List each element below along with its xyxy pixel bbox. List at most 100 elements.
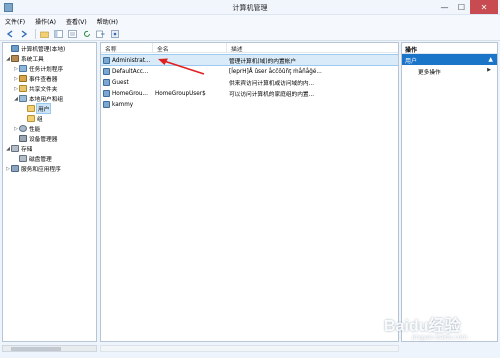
tree-label: 存储 — [21, 147, 33, 153]
user-fullname — [155, 56, 225, 65]
title-bar: 计算机管理 — ☐ ✕ — [0, 0, 500, 15]
users-group-icon — [19, 95, 27, 102]
tree-label: 本地用户和组 — [29, 97, 64, 103]
tree-item-services[interactable]: ▷ 服务和应用程序 — [5, 164, 61, 173]
table-row[interactable]: HomeGrou... HomeGroupUser$ 可以访问计算机的家庭组的内… — [101, 88, 398, 98]
watermark-logo-text: Baidu经验 — [384, 318, 461, 335]
user-fullname: HomeGroupUser$ — [155, 90, 206, 97]
device-manager-icon — [19, 135, 27, 142]
more-actions-label: 更多操作 — [418, 70, 441, 76]
scrollbar-thumb[interactable] — [11, 347, 61, 351]
tree-label: 磁盘管理 — [29, 157, 52, 163]
user-name: HomeGrou... — [112, 90, 148, 97]
menu-view[interactable]: 查看(V) — [66, 17, 87, 26]
column-header-fullname[interactable]: 全名 — [153, 43, 227, 53]
tree-item-local-users[interactable]: ◢ 本地用户和组 — [13, 94, 63, 103]
column-header-name[interactable]: 名称 — [101, 43, 153, 53]
table-row[interactable]: Guest 供来宾访问计算机或访问域的内... — [101, 77, 398, 87]
user-icon — [103, 79, 110, 86]
window-title: 计算机管理 — [232, 4, 268, 12]
window-controls: — ☐ ✕ — [436, 0, 498, 14]
users-list: 名称 全名 描述 Administrat... 管理计算机(域)的内置帐户 De… — [100, 42, 399, 342]
user-description: 供来宾访问计算机或访问域的内... — [229, 81, 315, 87]
actions-section-label: 用户 — [405, 58, 418, 65]
menu-action[interactable]: 操作(A) — [35, 17, 56, 26]
user-fullname — [155, 67, 225, 76]
more-actions-item[interactable]: 更多操作 ▶ — [402, 65, 497, 76]
tree-item-system-tools[interactable]: ◢ 系统工具 — [5, 54, 44, 63]
user-icon — [103, 57, 110, 64]
tree-item-disk-management[interactable]: 磁盘管理 — [19, 154, 52, 163]
user-name: DefaultAcc... — [112, 68, 149, 75]
table-row[interactable]: kammy — [101, 99, 398, 109]
submenu-arrow-icon: ▶ — [487, 67, 491, 73]
services-icon — [11, 165, 19, 172]
toolbar-separator — [35, 28, 36, 39]
folder-up-icon[interactable] — [39, 28, 50, 39]
menu-bar: 文件(F) 操作(A) 查看(V) 帮助(H) — [0, 15, 500, 27]
toolbox-icon — [11, 55, 19, 62]
table-row[interactable]: DefaultAcc... [ĺeprH]Å ûser åcĉôûñţ ṁåñå… — [101, 66, 398, 76]
tree-item-groups[interactable]: 组 — [27, 114, 43, 123]
tree-label: 计算机管理(本地) — [21, 47, 66, 53]
computer-management-icon — [11, 45, 19, 52]
forward-icon[interactable] — [18, 28, 29, 39]
folder-icon — [27, 105, 35, 112]
user-icon — [103, 101, 110, 108]
tree-item-event-viewer[interactable]: ▷ 事件查看器 — [13, 74, 57, 83]
tree-item-root[interactable]: 计算机管理(本地) — [5, 44, 65, 53]
tree-label: 任务计划程序 — [29, 67, 64, 73]
user-fullname — [155, 78, 225, 87]
properties-icon[interactable] — [67, 28, 78, 39]
tree-label: 用户 — [35, 103, 52, 114]
menu-help[interactable]: 帮助(H) — [97, 17, 118, 26]
refresh-icon[interactable] — [81, 28, 92, 39]
tree-label: 共享文件夹 — [29, 87, 58, 93]
export-icon[interactable] — [95, 28, 106, 39]
disk-management-icon — [19, 155, 27, 162]
back-icon[interactable] — [4, 28, 15, 39]
user-name: kammy — [112, 101, 134, 108]
actions-section-users[interactable]: 用户 ▲ — [402, 54, 497, 65]
tree-horizontal-scrollbar[interactable] — [2, 345, 97, 352]
minimize-button[interactable]: — — [436, 0, 453, 14]
column-header-description[interactable]: 描述 — [227, 43, 398, 53]
folder-icon — [27, 115, 35, 122]
collapse-triangle-icon[interactable]: ▲ — [488, 56, 493, 63]
user-icon — [103, 68, 110, 75]
tree-item-shared-folders[interactable]: ▷ 共享文件夹 — [13, 84, 57, 93]
watermark-url: jingyan.baidu.com — [412, 334, 468, 341]
toolbar — [0, 27, 500, 41]
shared-folder-icon — [19, 85, 27, 92]
console-tree: 计算机管理(本地) ◢ 系统工具 ▷ 任务计划程序 ▷ 事件查看器 ▷ 共享文件… — [2, 42, 97, 342]
tree-item-users[interactable]: 用户 — [27, 103, 52, 114]
maximize-button[interactable]: ☐ — [453, 0, 470, 14]
tree-label: 事件查看器 — [29, 77, 58, 83]
status-bar — [100, 345, 399, 352]
performance-icon — [19, 125, 27, 132]
user-name: Administrat... — [112, 57, 151, 64]
user-fullname — [155, 100, 225, 109]
table-row[interactable]: Administrat... 管理计算机(域)的内置帐户 — [101, 54, 398, 66]
tree-item-storage[interactable]: ◢ 存储 — [5, 144, 32, 153]
storage-icon — [11, 145, 19, 152]
event-viewer-icon — [19, 75, 27, 82]
show-hide-tree-icon[interactable] — [53, 28, 64, 39]
user-icon — [103, 90, 110, 97]
help-icon[interactable] — [109, 28, 120, 39]
menu-file[interactable]: 文件(F) — [5, 17, 25, 26]
tree-label: 组 — [37, 117, 43, 123]
tree-label: 系统工具 — [21, 57, 44, 63]
tree-item-device-manager[interactable]: 设备管理器 — [19, 134, 57, 143]
tree-item-task-scheduler[interactable]: ▷ 任务计划程序 — [13, 64, 63, 73]
user-description: 管理计算机(域)的内置帐户 — [229, 59, 296, 65]
tree-label: 服务和应用程序 — [21, 167, 61, 173]
user-name: Guest — [112, 79, 129, 86]
tree-label: 性能 — [29, 127, 41, 133]
tree-item-performance[interactable]: ▷ 性能 — [13, 124, 40, 133]
tree-label: 设备管理器 — [29, 137, 58, 143]
actions-title: 操作 — [402, 43, 497, 54]
user-description — [229, 100, 397, 109]
actions-pane: 操作 用户 ▲ 更多操作 ▶ — [401, 42, 498, 342]
close-button[interactable]: ✕ — [470, 0, 498, 14]
